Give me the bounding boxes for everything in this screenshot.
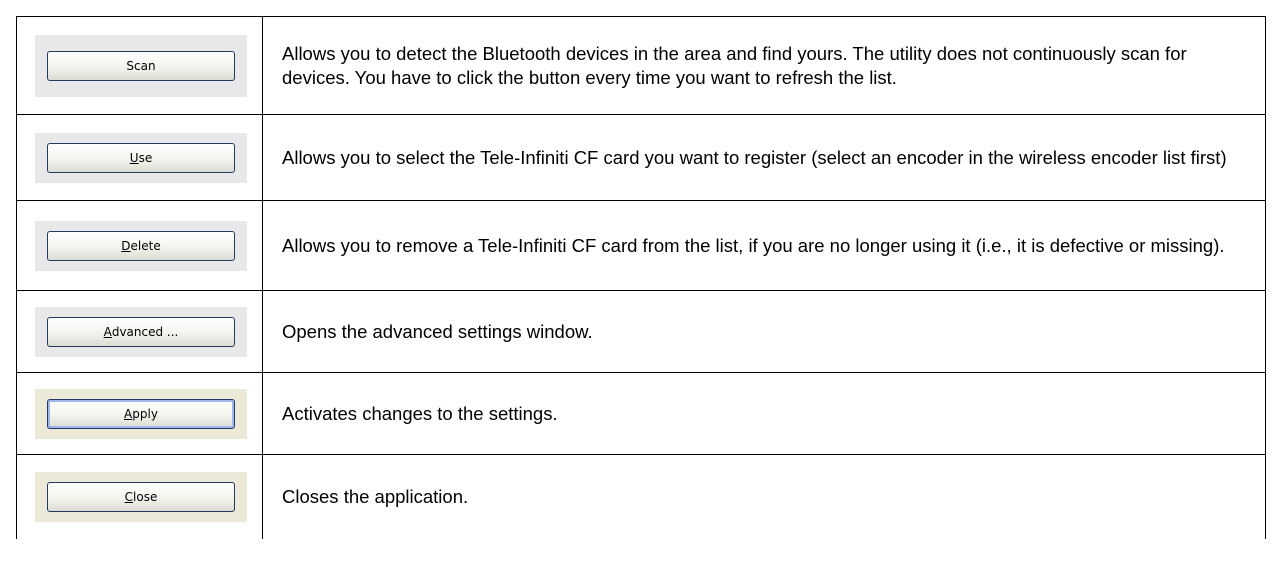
button-cell: Apply bbox=[16, 372, 263, 455]
advanced-button[interactable]: Advanced ... bbox=[47, 316, 235, 347]
button-cell: Delete bbox=[16, 200, 263, 291]
button-cell: Scan bbox=[16, 16, 263, 115]
button-label: pply bbox=[132, 406, 158, 421]
close-button[interactable]: Close bbox=[47, 481, 235, 512]
table-row: Advanced ... Opens the advanced settings… bbox=[16, 290, 1266, 373]
delete-button[interactable]: Delete bbox=[47, 230, 235, 261]
button-mnemonic: A bbox=[103, 324, 112, 339]
button-screenshot: Delete bbox=[35, 220, 247, 271]
button-cell: Advanced ... bbox=[16, 290, 263, 373]
button-screenshot: Scan bbox=[35, 34, 247, 97]
button-cell: Close bbox=[16, 454, 263, 539]
table-row: Delete Allows you to remove a Tele-Infin… bbox=[16, 200, 1266, 291]
button-label: Scan bbox=[126, 58, 156, 73]
button-mnemonic: C bbox=[124, 489, 134, 504]
description-cell: Allows you to remove a Tele-Infiniti CF … bbox=[262, 200, 1266, 291]
use-button[interactable]: Use bbox=[47, 142, 235, 173]
table-row: Scan Allows you to detect the Bluetooth … bbox=[16, 16, 1266, 115]
apply-button[interactable]: Apply bbox=[47, 398, 235, 429]
button-mnemonic: D bbox=[121, 238, 131, 253]
description-cell: Allows you to detect the Bluetooth devic… bbox=[262, 16, 1266, 115]
table-row: Use Allows you to select the Tele-Infini… bbox=[16, 114, 1266, 201]
table-row: Apply Activates changes to the settings. bbox=[16, 372, 1266, 455]
button-label: lose bbox=[133, 489, 158, 504]
description-cell: Allows you to select the Tele-Infiniti C… bbox=[262, 114, 1266, 201]
button-label: elete bbox=[130, 238, 161, 253]
button-screenshot: Close bbox=[35, 471, 247, 522]
button-label: se bbox=[138, 150, 153, 165]
button-reference-table: Scan Allows you to detect the Bluetooth … bbox=[16, 16, 1266, 539]
button-cell: Use bbox=[16, 114, 263, 201]
table-row: Close Closes the application. bbox=[16, 454, 1266, 539]
button-screenshot: Advanced ... bbox=[35, 306, 247, 357]
button-mnemonic: U bbox=[129, 150, 139, 165]
scan-button[interactable]: Scan bbox=[47, 50, 235, 81]
button-screenshot: Use bbox=[35, 132, 247, 183]
description-cell: Closes the application. bbox=[262, 454, 1266, 539]
description-cell: Opens the advanced settings window. bbox=[262, 290, 1266, 373]
button-mnemonic: A bbox=[124, 406, 133, 421]
button-screenshot: Apply bbox=[35, 388, 247, 439]
button-label: dvanced ... bbox=[111, 324, 179, 339]
description-cell: Activates changes to the settings. bbox=[262, 372, 1266, 455]
